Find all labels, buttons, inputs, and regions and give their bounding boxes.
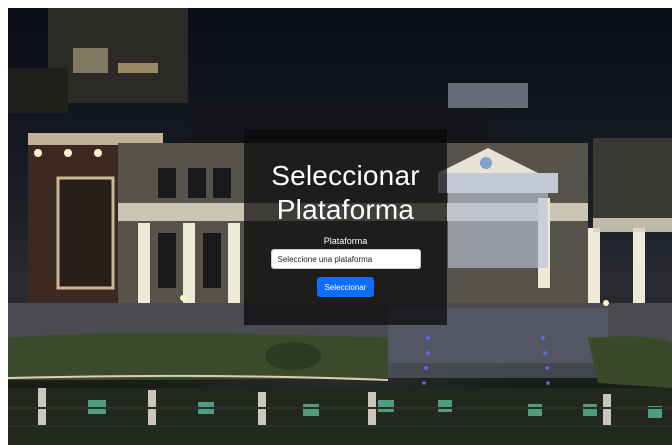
platform-select[interactable]: Seleccione una plataforma xyxy=(270,249,421,269)
platform-select-panel: Seleccionar Plataforma Plataforma Selecc… xyxy=(244,129,447,325)
select-button[interactable]: Seleccionar xyxy=(316,277,375,297)
platform-field-label: Plataforma xyxy=(323,236,368,246)
page-title: Seleccionar Plataforma xyxy=(271,160,420,225)
platform-select-value: Seleccione una plataforma xyxy=(277,254,373,264)
